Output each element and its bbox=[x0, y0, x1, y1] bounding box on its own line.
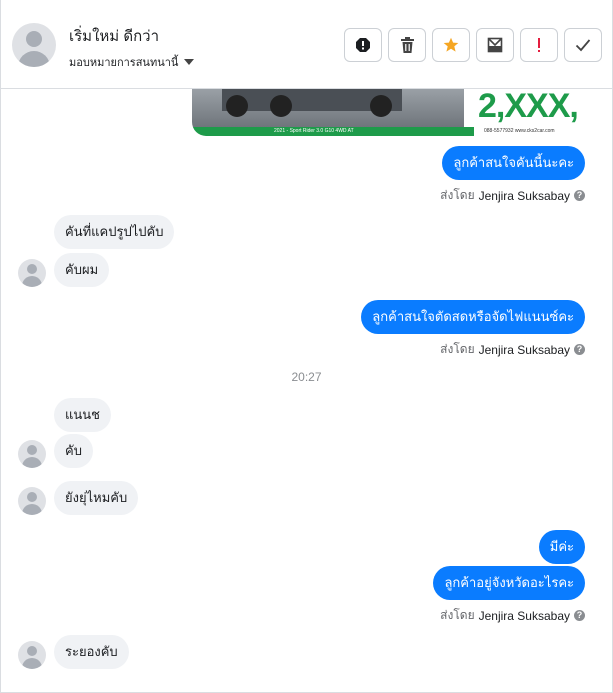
important-button[interactable] bbox=[520, 28, 558, 62]
conversation-panel: เริ่มใหม่ ดีกว่า มอบหมายการสนทนานี้ 2021… bbox=[0, 0, 613, 693]
timestamp: 20:27 bbox=[291, 370, 322, 384]
mark-done-button[interactable] bbox=[564, 28, 602, 62]
outgoing-message[interactable]: มีค่ะ bbox=[538, 530, 585, 564]
ad-caption-bar: 2021 - Sport Rider 3.0 G10 4WD AT bbox=[192, 127, 474, 136]
incoming-message[interactable]: คับผม bbox=[54, 253, 110, 287]
check-icon bbox=[575, 39, 591, 52]
contact-avatar[interactable] bbox=[12, 23, 56, 67]
outgoing-message[interactable]: ลูกค้าสนใจคันนี้นะคะ bbox=[442, 146, 585, 180]
message-thread[interactable]: 2021 - Sport Rider 3.0 G10 4WD AT 2,XXX,… bbox=[1, 89, 612, 692]
assign-label: มอบหมายการสนทนานี้ bbox=[69, 57, 179, 69]
contact-name[interactable]: เริ่มใหม่ ดีกว่า bbox=[69, 24, 159, 48]
sender-avatar[interactable] bbox=[18, 487, 46, 515]
assign-conversation-dropdown[interactable]: มอบหมายการสนทนานี้ bbox=[69, 53, 195, 71]
ad-photo bbox=[192, 89, 464, 127]
caret-down-icon bbox=[184, 59, 195, 65]
sent-by-line: ส่งโดย Jenjira Suksabay ? bbox=[440, 340, 585, 359]
ad-price: 2,XXX, bbox=[476, 89, 586, 127]
shared-ad-image[interactable]: 2021 - Sport Rider 3.0 G10 4WD AT 2,XXX,… bbox=[192, 89, 586, 136]
sender-name[interactable]: Jenjira Suksabay bbox=[479, 609, 570, 623]
incoming-message[interactable]: ระยองคับ bbox=[54, 635, 129, 669]
incoming-message[interactable]: คันที่แคปรูปไปคับ bbox=[54, 215, 175, 249]
sender-name[interactable]: Jenjira Suksabay bbox=[479, 189, 570, 203]
outgoing-message[interactable]: ลูกค้าอยู่จังหวัดอะไรคะ bbox=[433, 566, 585, 600]
important-icon bbox=[538, 38, 540, 52]
sender-avatar[interactable] bbox=[18, 259, 46, 287]
help-icon[interactable]: ? bbox=[574, 344, 585, 355]
mark-unread-icon bbox=[487, 37, 503, 53]
header-actions bbox=[344, 28, 602, 62]
sender-name[interactable]: Jenjira Suksabay bbox=[479, 343, 570, 357]
trash-icon bbox=[400, 37, 414, 53]
sender-avatar[interactable] bbox=[18, 641, 46, 669]
outgoing-message[interactable]: ลูกค้าสนใจตัดสดหรือจัดไฟแนนซ์คะ bbox=[361, 300, 585, 334]
ad-contact: 088-5577932 www.cks2car.com bbox=[484, 128, 555, 134]
star-icon bbox=[443, 37, 459, 52]
help-icon[interactable]: ? bbox=[574, 610, 585, 621]
sender-avatar[interactable] bbox=[18, 440, 46, 468]
sent-by-line: ส่งโดย Jenjira Suksabay ? bbox=[440, 186, 585, 205]
report-spam-button[interactable] bbox=[344, 28, 382, 62]
incoming-message[interactable]: แนนช bbox=[54, 398, 111, 432]
conversation-header: เริ่มใหม่ ดีกว่า มอบหมายการสนทนานี้ bbox=[1, 0, 612, 89]
report-spam-icon bbox=[356, 38, 370, 52]
delete-button[interactable] bbox=[388, 28, 426, 62]
incoming-message[interactable]: ยังยุ่ไหมคับ bbox=[54, 481, 139, 515]
star-button[interactable] bbox=[432, 28, 470, 62]
mark-unread-button[interactable] bbox=[476, 28, 514, 62]
help-icon[interactable]: ? bbox=[574, 190, 585, 201]
incoming-message[interactable]: คับ bbox=[54, 434, 93, 468]
sent-by-line: ส่งโดย Jenjira Suksabay ? bbox=[440, 606, 585, 625]
